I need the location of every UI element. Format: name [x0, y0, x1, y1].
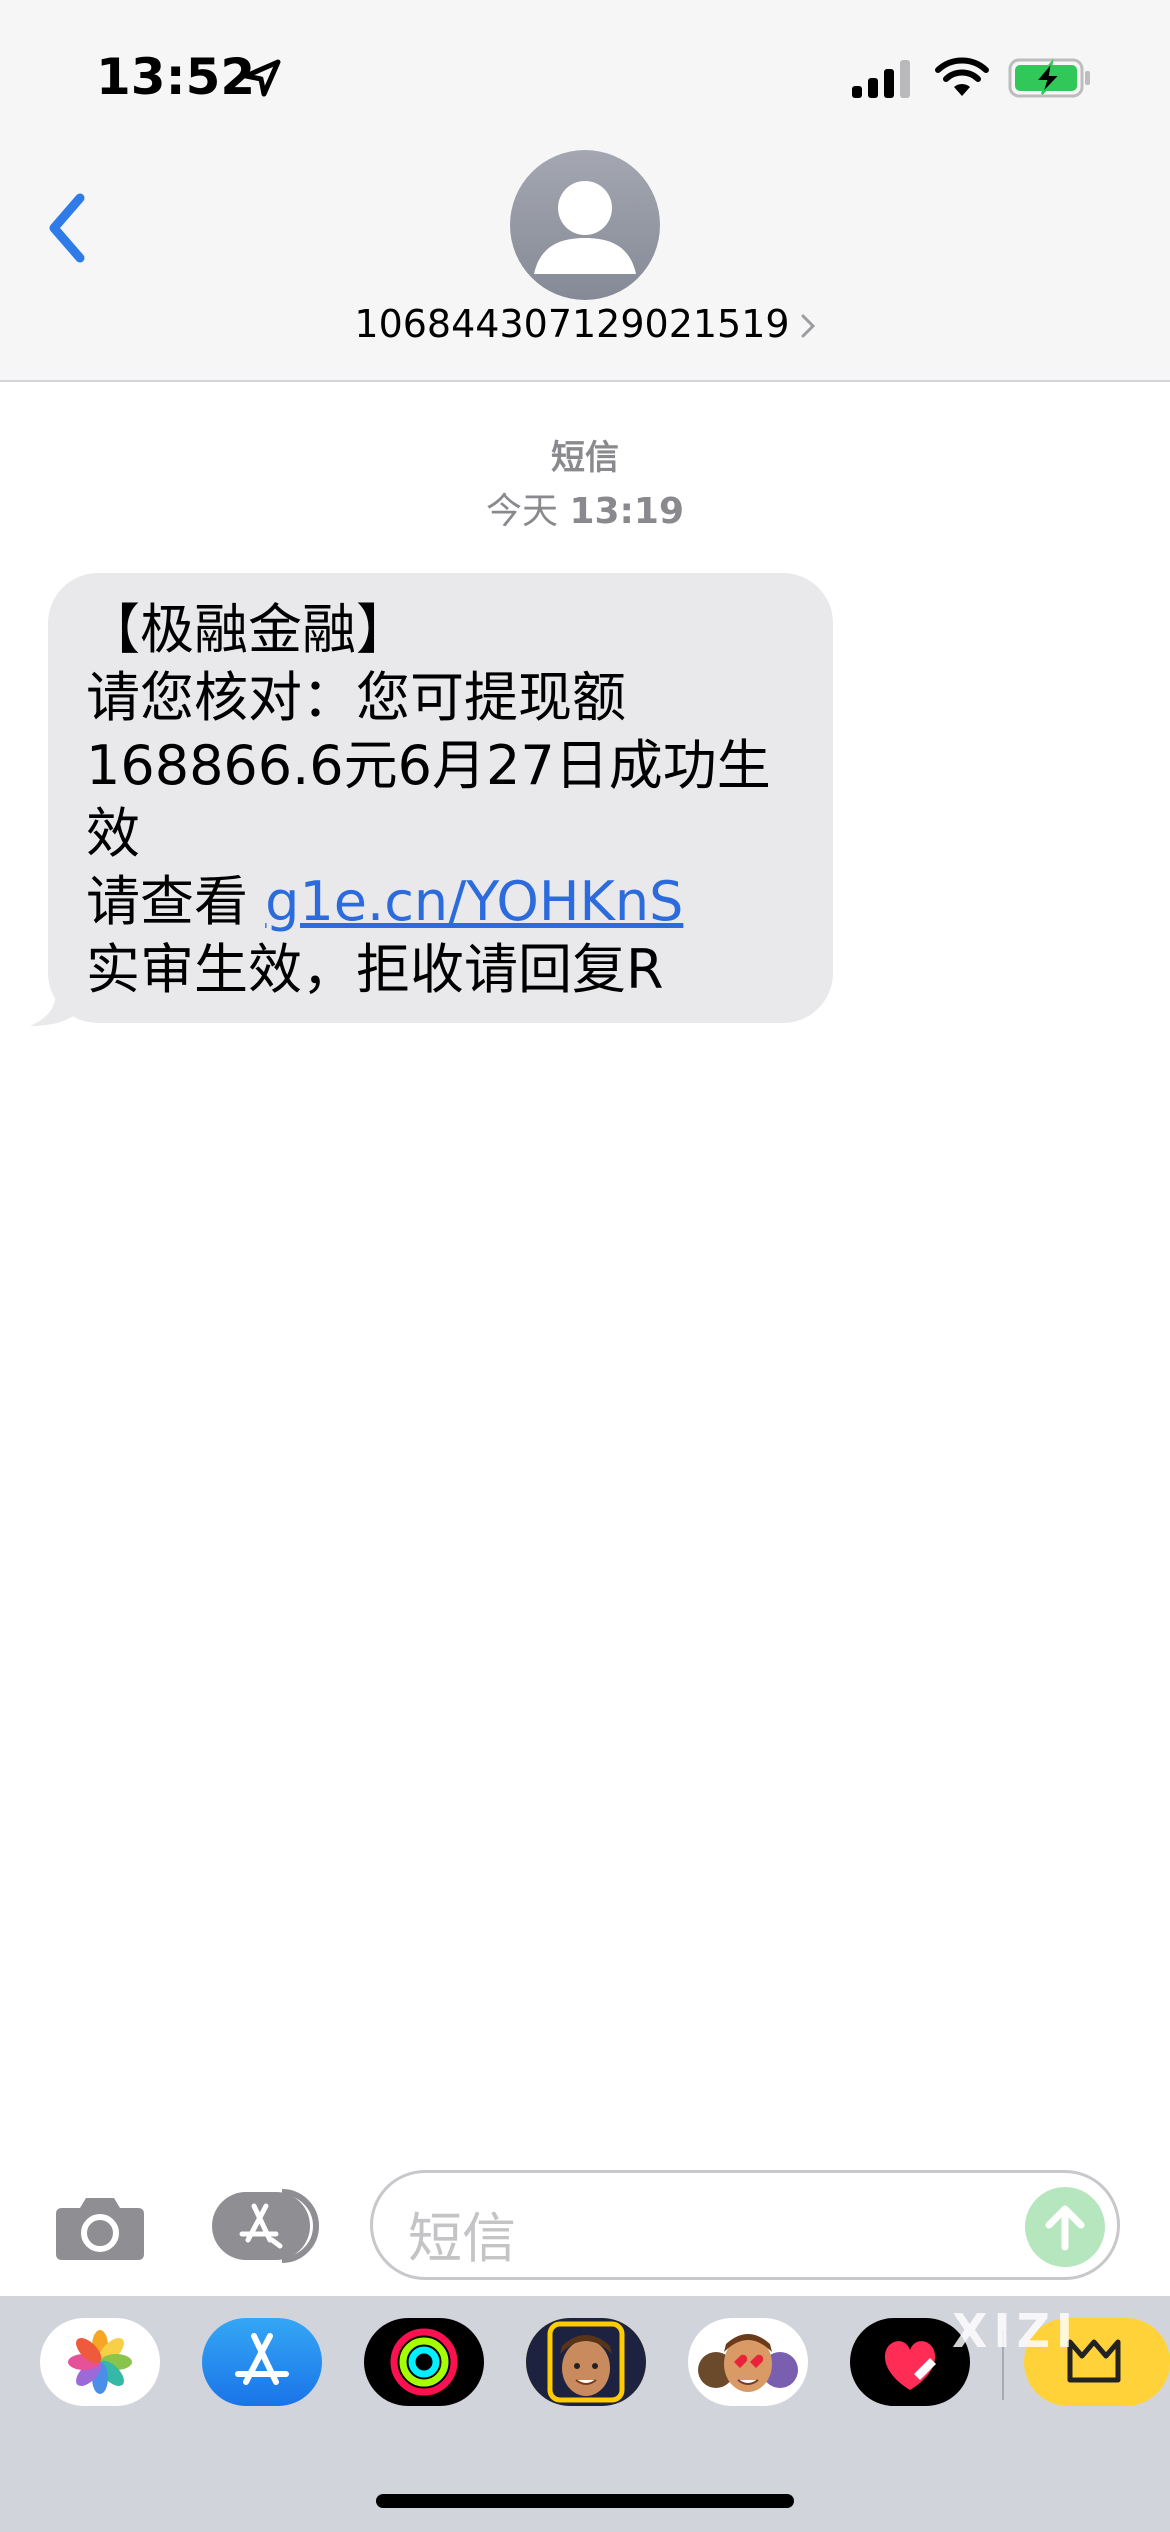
watermark: XIZI [952, 2304, 1080, 2358]
activity-icon[interactable] [364, 2318, 484, 2406]
person-silhouette-icon [534, 181, 636, 274]
timestamp-label: 今天 13:19 [0, 482, 1170, 534]
arrow-up-icon [1045, 2205, 1085, 2251]
app-store-drawer-button[interactable] [208, 2188, 320, 2264]
camera-button[interactable] [52, 2188, 148, 2264]
message-line: 效 [86, 802, 140, 865]
back-chevron-icon[interactable] [40, 188, 100, 268]
message-line: 请查看 [86, 870, 266, 933]
chevron-right-icon [801, 314, 815, 338]
message-input-placeholder: 短信 [408, 2207, 516, 2270]
service-label: 短信 [551, 438, 619, 478]
message-line: 168866.6元6月27日成功生 [86, 734, 771, 797]
memoji-stickers-icon[interactable] [688, 2318, 808, 2406]
battery-charging-icon [1008, 58, 1090, 98]
message-text: 【极融金融】 请您核对：您可提现额 168866.6元6月27日成功生 效 请查… [86, 596, 806, 1004]
message-line-with-link: 请查看 g1e.cn/YOHKnS [86, 868, 806, 936]
memoji-icon[interactable] [526, 2318, 646, 2406]
status-time: 13:52 [96, 48, 256, 106]
message-line: 实审生效，拒收请回复R [86, 938, 664, 1001]
contact-name-row[interactable]: 106844307129021519 [0, 302, 1170, 346]
photos-icon[interactable] [40, 2318, 160, 2406]
wifi-icon [935, 57, 989, 96]
cellular-signal-icon [852, 60, 910, 98]
home-indicator[interactable] [376, 2494, 794, 2508]
message-link[interactable]: g1e.cn/YOHKnS [265, 870, 683, 933]
message-line: 【极融金融】 [86, 598, 410, 661]
app-store-icon[interactable] [202, 2318, 322, 2406]
contact-avatar[interactable] [510, 150, 660, 300]
send-button[interactable] [1025, 2187, 1105, 2267]
time-label: 13:19 [569, 491, 685, 532]
date-label: 今天 [485, 491, 558, 532]
location-arrow-icon [243, 59, 281, 97]
message-line: 请您核对：您可提现额 [86, 666, 626, 729]
contact-name: 106844307129021519 [354, 302, 790, 346]
